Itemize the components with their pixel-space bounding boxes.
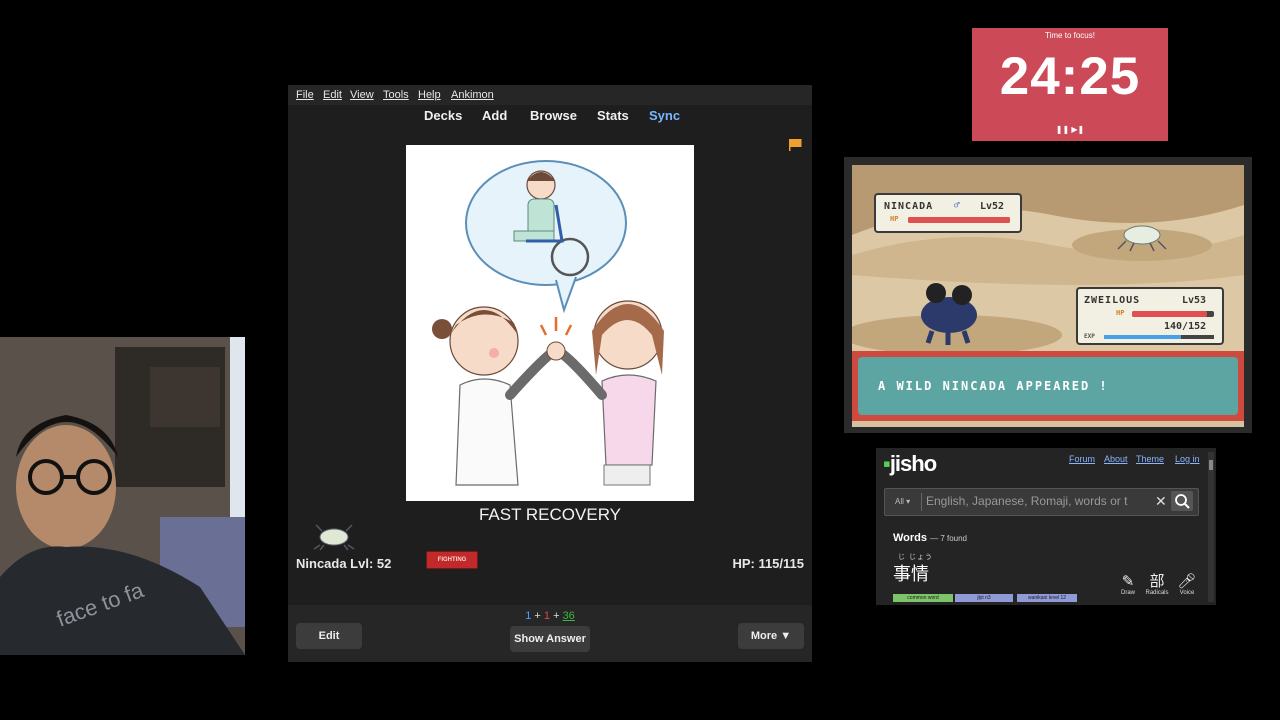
card-title: FAST RECOVERY [478, 505, 622, 524]
result-word[interactable]: 事情 [893, 560, 929, 586]
menu-edit[interactable]: Edit [323, 89, 342, 101]
menu-ankimon[interactable]: Ankimon [451, 89, 494, 101]
scrollbar-thumb[interactable] [1209, 460, 1213, 470]
search-icon [1175, 494, 1190, 509]
enemy-hp-track [908, 217, 1010, 223]
due-counts: 1 + 1 + 36 [288, 610, 812, 622]
toolbar-decks[interactable]: Decks [424, 108, 462, 123]
voice-tool[interactable]: 🎤︎ Voice [1174, 573, 1200, 597]
player-hud: ZWEILOUS Lv53 HP 140/152 EXP [1076, 287, 1224, 345]
edit-button[interactable]: Edit [296, 623, 362, 649]
draw-tool[interactable]: ✎ Draw [1115, 573, 1141, 597]
microphone-icon: 🎤︎ [1177, 573, 1197, 590]
radicals-icon: 部 [1149, 573, 1165, 590]
enemy-hp-label: HP [890, 215, 899, 223]
battle-dialog: A WILD NINCADA APPEARED ! [852, 351, 1244, 421]
main-toolbar: Decks Add Browse Stats Sync [288, 105, 812, 127]
toolbar-sync[interactable]: Sync [649, 108, 680, 123]
words-label: Words [893, 532, 928, 544]
words-heading: Words — 7 found [893, 532, 967, 544]
enemy-name: NINCADA [884, 201, 934, 212]
enemy-level: Lv52 [980, 201, 1005, 212]
words-found-count: — 7 found [930, 534, 968, 543]
anki-window: File Edit View Tools Help Ankimon Decks … [288, 85, 812, 662]
show-answer-button[interactable]: Show Answer [510, 626, 590, 652]
nav-login[interactable]: Log in [1175, 454, 1200, 464]
voice-label: Voice [1179, 590, 1195, 596]
search-divider [921, 493, 922, 511]
flag-icon[interactable] [788, 139, 802, 151]
search-button[interactable] [1171, 491, 1193, 511]
tag-jlpt: jlpt n3 [955, 594, 1013, 602]
nincada-sprite-icon [313, 524, 355, 551]
gender-icon: ♂ [954, 201, 960, 211]
menu-help[interactable]: Help [418, 89, 441, 101]
radicals-label: Radicals [1145, 590, 1169, 596]
battle-dialog-text: A WILD NINCADA APPEARED ! [878, 379, 1109, 393]
enemy-hp-bar [908, 217, 1010, 223]
focus-timer: Time to focus! 24:25 ❚❚ ▶❚ [972, 28, 1168, 141]
count-separator: + [553, 610, 560, 622]
player-hp-text: 140/152 [1164, 321, 1207, 332]
menu-view[interactable]: View [350, 89, 374, 101]
logo-text: jisho [889, 451, 937, 476]
nav-theme[interactable]: Theme [1136, 454, 1164, 464]
player-hp-label: HP [1116, 309, 1125, 317]
count-separator: + [534, 610, 541, 622]
pokemon-hp: HP: 115/115 [732, 556, 804, 571]
enemy-hud: NINCADA ♂ Lv52 HP [874, 193, 1022, 233]
nav-about[interactable]: About [1104, 454, 1128, 464]
menu-tools[interactable]: Tools [383, 89, 409, 101]
pokemon-battle-window: NINCADA ♂ Lv52 HP ZWEILOUS Lv53 HP 140/1… [844, 157, 1252, 433]
menu-bar: File Edit View Tools Help Ankimon [288, 85, 812, 105]
nav-forum[interactable]: Forum [1069, 454, 1095, 464]
player-exp-track [1104, 335, 1214, 339]
search-input[interactable] [926, 493, 1146, 509]
timer-controls[interactable]: ❚❚ ▶❚ [972, 125, 1168, 134]
draw-label: Draw [1120, 590, 1135, 596]
tag-common-word: common word [893, 594, 953, 602]
scrollbar[interactable] [1208, 452, 1214, 602]
search-scope-select[interactable]: All ▾ [895, 497, 910, 506]
menu-file[interactable]: File [296, 89, 314, 101]
webcam-feed: face to fa [0, 337, 245, 655]
search-box: All ▾ ✕ [884, 488, 1199, 516]
logo-accent: ▪ [883, 451, 891, 476]
pencil-icon: ✎ [1121, 573, 1135, 590]
card-illustration [406, 145, 694, 501]
player-level: Lv53 [1182, 295, 1207, 306]
timer-label: Time to focus! [1045, 31, 1095, 40]
jisho-panel: ▪jisho Forum About Theme Log in All ▾ ✕ … [876, 448, 1216, 605]
battle-dialog-inner: A WILD NINCADA APPEARED ! [858, 357, 1238, 415]
jisho-logo[interactable]: ▪jisho [883, 451, 937, 477]
review-count[interactable]: 36 [563, 610, 575, 622]
more-button[interactable]: More ▼ [738, 623, 804, 649]
pokemon-name-level: Nincada Lvl: 52 [296, 556, 392, 571]
pokemon-type-badge: FIGHTING [426, 551, 478, 569]
player-exp-bar [1104, 335, 1181, 339]
new-count: 1 [525, 610, 532, 622]
player-exp-label: EXP [1084, 333, 1095, 340]
streamer-image: face to fa [0, 337, 245, 655]
player-hp-bar [1132, 311, 1208, 317]
battle-screen: NINCADA ♂ Lv52 HP ZWEILOUS Lv53 HP 140/1… [852, 165, 1244, 427]
clear-icon[interactable]: ✕ [1155, 493, 1167, 510]
toolbar-add[interactable]: Add [482, 108, 507, 123]
toolbar-stats[interactable]: Stats [597, 108, 629, 123]
tag-wanikani: wanikani level 12 [1017, 594, 1077, 602]
toolbar-browse[interactable]: Browse [530, 108, 577, 123]
player-hp-track [1132, 311, 1214, 317]
player-name: ZWEILOUS [1084, 295, 1141, 306]
learning-count: 1 [543, 610, 550, 622]
timer-countdown: 24:25 [999, 47, 1141, 106]
radicals-tool[interactable]: 部 Radicals [1144, 573, 1170, 597]
